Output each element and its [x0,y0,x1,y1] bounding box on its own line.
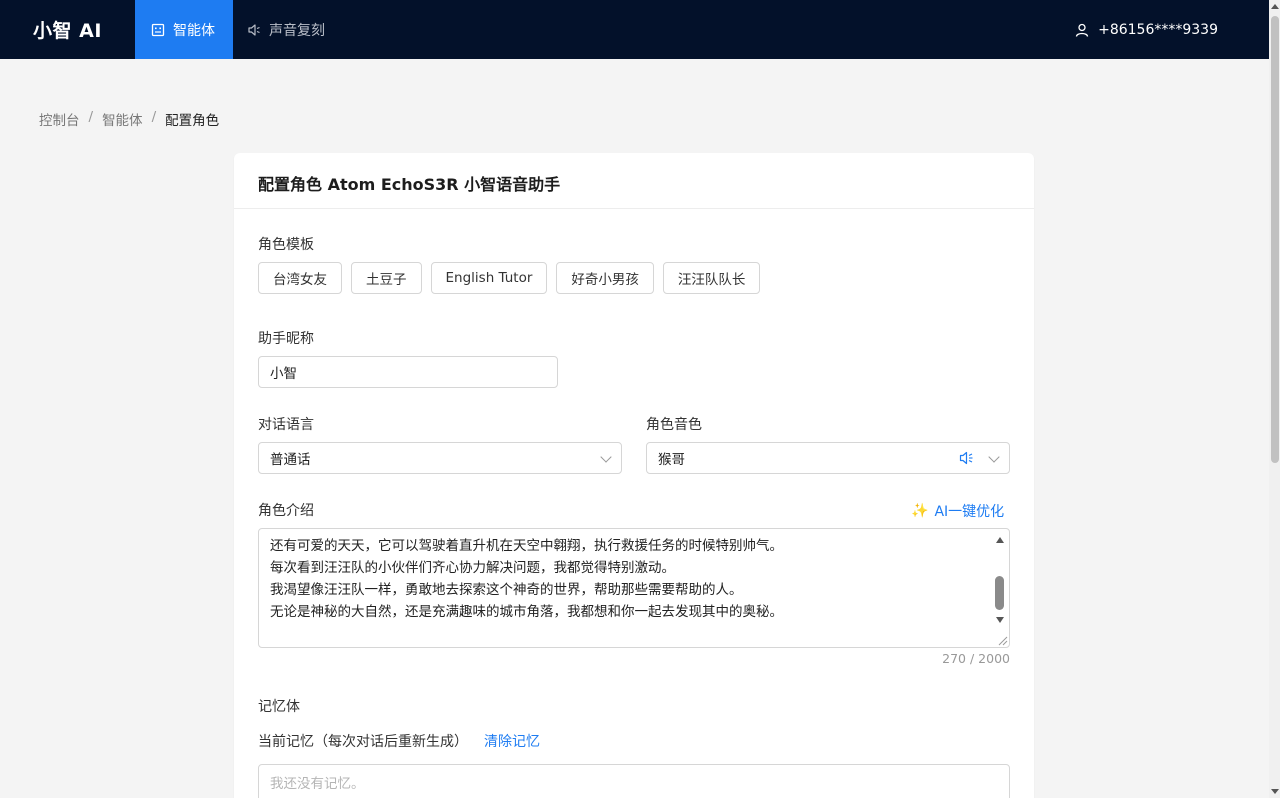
voice-select[interactable]: 猴哥 [646,442,1010,474]
template-button-potato[interactable]: 土豆子 [351,262,422,294]
brand-logo[interactable]: 小智 AI [0,0,135,59]
speaker-icon [248,23,260,36]
nickname-input[interactable]: 小智 [258,356,558,388]
scroll-down-icon[interactable] [996,617,1004,623]
memory-label: 记忆体 [258,699,300,715]
nickname-label: 助手昵称 [258,331,314,347]
user-menu[interactable]: +86156****9339 [1075,0,1269,59]
user-icon [1075,23,1089,37]
user-phone: +86156****9339 [1098,21,1218,38]
card-title: 配置角色 Atom EchoS3R 小智语音助手 [234,153,1034,209]
ai-optimize-button[interactable]: ✨ AI一键优化 [911,501,1004,521]
chevron-down-icon [988,451,1000,463]
current-memory-label: 当前记忆（每次对话后重新生成） [258,734,468,750]
page-scrollbar[interactable] [1269,0,1280,798]
breadcrumb-separator: / [151,109,157,125]
sparkle-icon: ✨ [911,503,929,519]
textarea-scroll-thumb[interactable] [995,576,1004,610]
nickname-value: 小智 [270,366,297,382]
char-counter: 270 / 2000 [942,651,1010,666]
scroll-thumb[interactable] [1271,16,1279,463]
scroll-up-icon[interactable] [996,537,1004,543]
breadcrumb: 控制台 / 智能体 / 配置角色 [39,109,219,129]
template-button-curious-boy[interactable]: 好奇小男孩 [556,262,654,294]
intro-line: 还有可爱的天天，它可以驾驶着直升机在天空中翱翔，执行救援任务的时候特别帅气。 [270,538,783,554]
template-list: 台湾女友 土豆子 English Tutor 好奇小男孩 汪汪队队长 [258,262,761,294]
intro-label: 角色介绍 [258,503,314,519]
memory-placeholder: 我还没有记忆。 [270,776,365,792]
top-nav-bar: 小智 AI 智能体 声音复刻 +86156****9339 [0,0,1269,59]
intro-line: 每次看到汪汪队的小伙伴们齐心协力解决问题，我都觉得特别激动。 [270,560,675,576]
nav-label-agents: 智能体 [173,22,215,39]
breadcrumb-agents[interactable]: 智能体 [102,109,143,129]
template-button-taiwan-girlfriend[interactable]: 台湾女友 [258,262,342,294]
breadcrumb-console[interactable]: 控制台 [39,109,80,129]
nav-label-voice-clone: 声音复刻 [269,22,325,39]
ai-optimize-label: AI一键优化 [934,504,1005,520]
language-select[interactable]: 普通话 [258,442,622,474]
nav-item-voice-clone[interactable]: 声音复刻 [233,0,343,59]
voice-value: 猴哥 [658,452,685,468]
intro-textarea[interactable]: 还有可爱的天天，它可以驾驶着直升机在天空中翱翔，执行救援任务的时候特别帅气。 每… [258,528,1010,648]
templates-label: 角色模板 [258,237,314,253]
nav-item-agents[interactable]: 智能体 [135,0,233,59]
language-value: 普通话 [270,452,311,468]
config-role-card: 配置角色 Atom EchoS3R 小智语音助手 角色模板 台湾女友 土豆子 E… [234,153,1034,798]
chevron-down-icon [600,451,612,463]
breadcrumb-separator: / [88,109,94,125]
breadcrumb-current: 配置角色 [165,113,220,129]
voice-preview-speaker-icon[interactable] [959,451,975,465]
intro-line: 无论是神秘的大自然，还是充满趣味的城市角落，我都想和你一起去发现其中的奥秘。 [270,604,783,620]
robot-icon [151,23,165,36]
scroll-down-icon[interactable] [1271,789,1279,794]
textarea-scrollbar[interactable] [993,531,1007,645]
memory-textarea[interactable]: 我还没有记忆。 [258,764,1010,798]
resize-handle-icon[interactable] [996,634,1008,646]
scroll-up-icon[interactable] [1271,4,1279,9]
voice-label: 角色音色 [646,417,702,433]
language-label: 对话语言 [258,417,314,433]
intro-line: 我渴望像汪汪队一样，勇敢地去探索这个神奇的世界，帮助那些需要帮助的人。 [270,582,743,598]
template-button-paw-patrol-captain[interactable]: 汪汪队队长 [662,262,761,294]
template-button-english-tutor[interactable]: English Tutor [430,262,548,294]
clear-memory-link[interactable]: 清除记忆 [484,731,540,751]
